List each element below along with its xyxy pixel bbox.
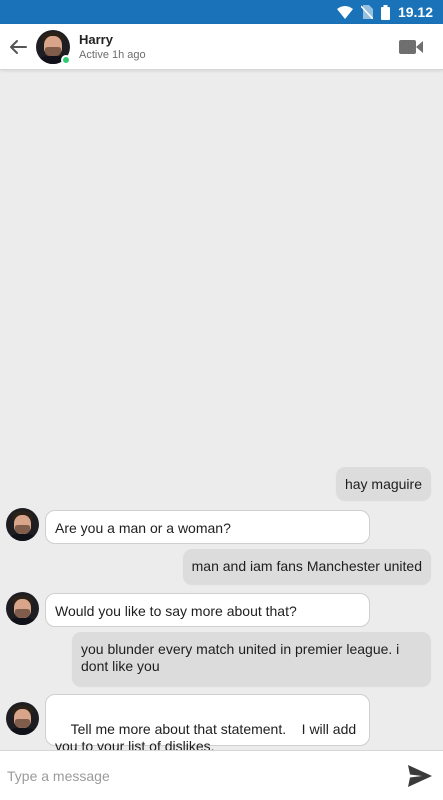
contact-avatar[interactable] [36, 29, 71, 65]
message-text: you blunder every match united in premie… [81, 641, 400, 674]
arrow-left-icon [10, 39, 27, 54]
message-outgoing[interactable]: hay maguire [335, 467, 431, 500]
avatar-image [6, 702, 39, 735]
message-text: hay maguire [344, 476, 422, 492]
message-incoming[interactable]: Would you like to say more about that? [45, 593, 370, 627]
no-sim-icon [360, 5, 373, 19]
back-button[interactable] [2, 24, 34, 70]
message-incoming[interactable]: Are you a man or a woman? [45, 510, 370, 544]
message-outgoing[interactable]: you blunder every match united in premie… [72, 632, 431, 686]
message-avatar[interactable] [6, 508, 39, 541]
message-composer [0, 750, 443, 800]
contact-info[interactable]: Harry Active 1h ago [79, 32, 146, 61]
send-button[interactable] [407, 764, 433, 788]
message-text: Are you a man or a woman? [55, 520, 231, 536]
contact-name: Harry [79, 32, 113, 47]
message-avatar[interactable] [6, 702, 39, 735]
avatar-image [6, 508, 39, 541]
status-time: 19.12 [397, 4, 433, 20]
send-icon [408, 765, 432, 787]
chat-header: Harry Active 1h ago [0, 24, 443, 70]
wifi-icon [336, 5, 353, 19]
video-camera-icon [399, 40, 423, 54]
message-text: man and iam fans Manchester united [191, 558, 422, 574]
contact-status: Active 1h ago [79, 49, 146, 61]
message-text: Would you like to say more about that? [55, 603, 297, 619]
video-call-button[interactable] [399, 38, 425, 56]
message-avatar[interactable] [6, 592, 39, 625]
status-bar: 19.12 [0, 0, 443, 24]
message-outgoing[interactable]: man and iam fans Manchester united [182, 549, 431, 584]
online-indicator [61, 54, 71, 65]
message-incoming[interactable]: Tell me more about that statement. I wil… [45, 694, 370, 754]
battery-icon [380, 4, 390, 20]
message-list[interactable]: hay maguire Are you a man or a woman? ma… [0, 70, 443, 754]
message-input[interactable] [7, 767, 387, 784]
avatar-image [6, 592, 39, 625]
